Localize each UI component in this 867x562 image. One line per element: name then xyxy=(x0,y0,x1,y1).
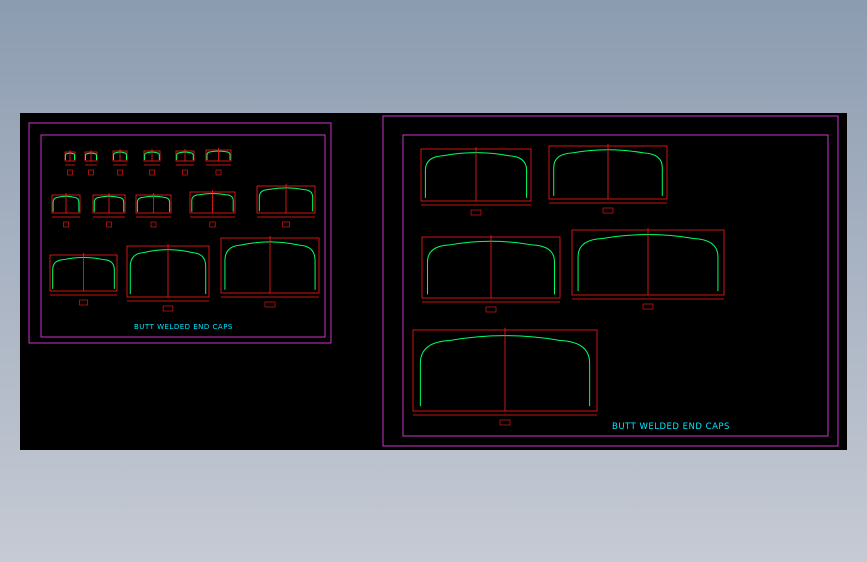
end-cap-profiles xyxy=(49,144,725,426)
sheet-2-outer-frame xyxy=(382,115,839,447)
sheet-1-title: BUTT WELDED END CAPS xyxy=(134,323,233,331)
end-cap xyxy=(189,190,236,228)
end-cap xyxy=(175,149,195,176)
end-cap xyxy=(571,228,725,310)
end-cap xyxy=(421,235,561,313)
end-cap xyxy=(256,184,316,228)
end-cap xyxy=(135,193,172,228)
end-cap xyxy=(49,253,118,306)
end-cap xyxy=(143,149,161,176)
sheet-2-title: BUTT WELDED END CAPS xyxy=(612,422,730,432)
end-cap xyxy=(220,236,320,308)
end-cap xyxy=(51,193,81,228)
end-cap xyxy=(412,328,598,426)
end-cap xyxy=(548,144,668,214)
cad-drawing: BUTT WELDED END CAPS BUTT WELDED END CAP… xyxy=(28,115,839,447)
sheet-2-inner-frame xyxy=(402,134,829,437)
end-cap xyxy=(84,150,98,176)
end-cap xyxy=(420,147,532,216)
end-cap xyxy=(126,244,210,312)
cad-drawing-area[interactable]: BUTT WELDED END CAPS BUTT WELDED END CAP… xyxy=(20,113,847,450)
end-cap xyxy=(92,193,126,228)
end-cap xyxy=(64,150,76,176)
end-cap xyxy=(205,148,232,176)
end-cap xyxy=(112,149,128,176)
